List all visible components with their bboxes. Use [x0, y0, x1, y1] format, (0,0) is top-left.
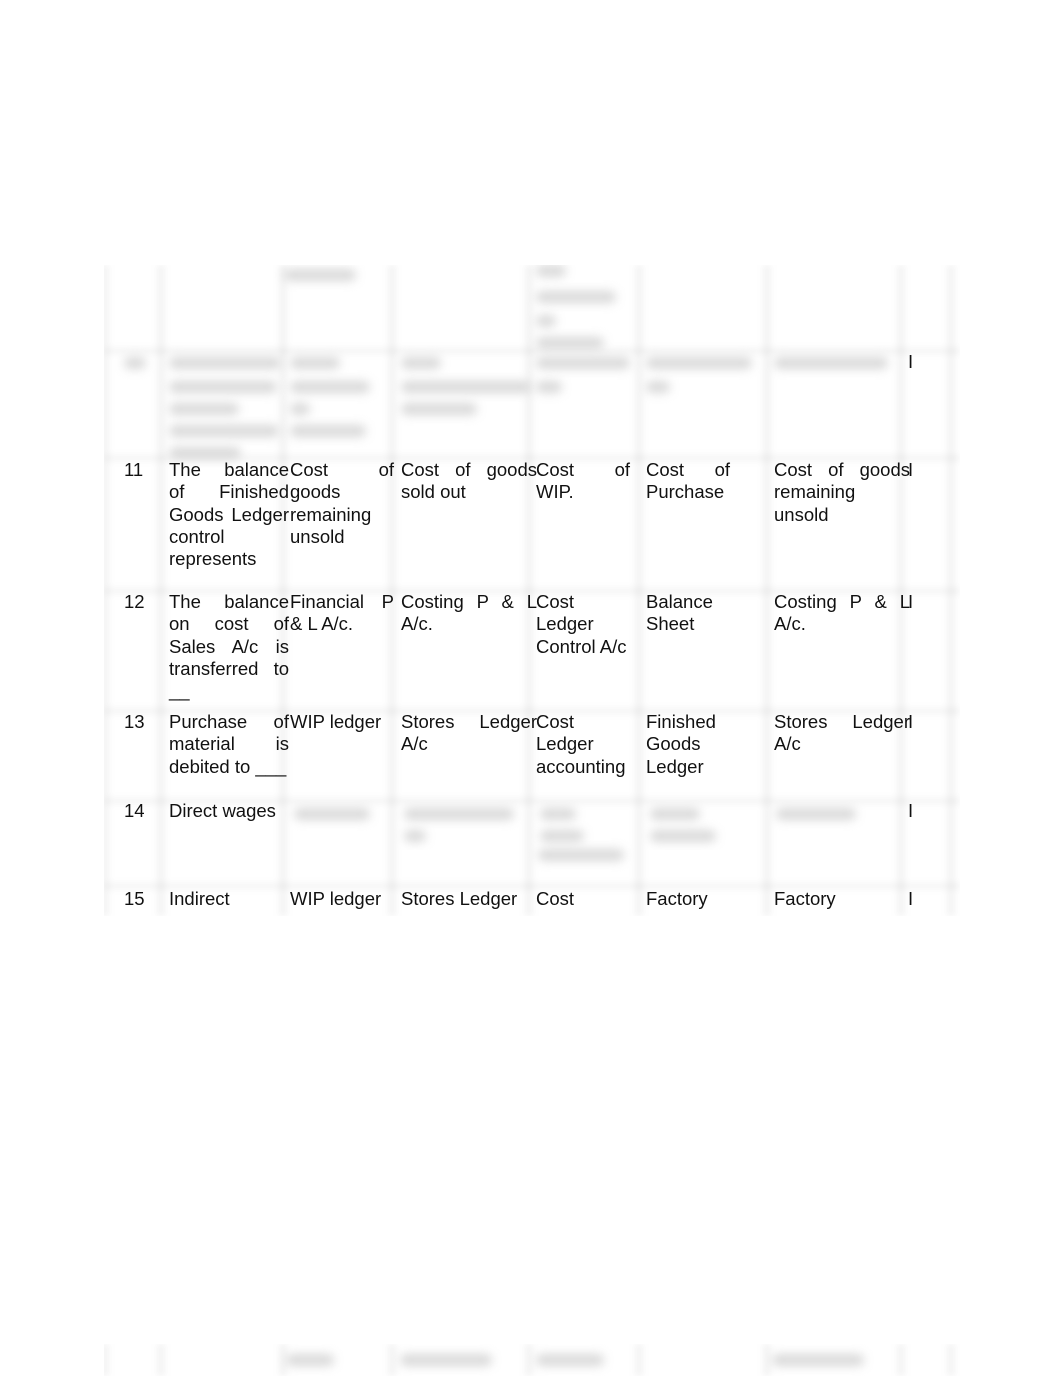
question-text: Direct wages: [169, 800, 276, 821]
blurred-text: [536, 265, 566, 277]
table-row: 14 Direct wages I: [104, 800, 960, 850]
blurred-text: [400, 1354, 492, 1366]
question-text: Purchase of material is debited to ___: [169, 711, 289, 777]
level-indicator: I: [908, 459, 914, 480]
blurred-text: [536, 381, 562, 393]
question-text: The balance of Finished Goods Ledger con…: [169, 459, 289, 570]
column-divider: [894, 1344, 908, 1376]
answer: Costing P & L A/c.: [774, 591, 910, 635]
table-row: 15 Indirect WIP ledger Stores Ledger Cos…: [104, 888, 960, 916]
option-c: Cost Ledger accounting: [536, 711, 626, 777]
option-b: Cost of goods sold out: [401, 459, 537, 503]
question-number: 13: [124, 711, 145, 732]
blurred-text: [774, 357, 888, 369]
row-divider: [104, 345, 960, 357]
table-border-right: [944, 1344, 958, 1376]
blurred-text: [169, 425, 279, 437]
column-divider: [632, 1344, 646, 1376]
answer: Cost of goods remaining unsold: [774, 459, 910, 525]
option-c: Cost Ledger Control A/c: [536, 591, 627, 657]
blurred-text: [404, 830, 426, 842]
option-b: Stores Ledger: [401, 888, 518, 909]
blurred-text: [404, 808, 514, 820]
blurred-text: [776, 808, 856, 820]
blurred-text: [401, 403, 477, 415]
blurred-text: [646, 381, 670, 393]
blurred-text: [290, 403, 310, 415]
blurred-text: [284, 269, 356, 281]
option-d: Balance Sheet: [646, 591, 713, 635]
level-indicator: I: [908, 351, 914, 372]
level-indicator: I: [908, 888, 914, 909]
blurred-text: [401, 381, 531, 393]
question-number: 11: [124, 459, 144, 480]
blurred-text: [124, 357, 146, 369]
option-d: Cost of Purchase: [646, 459, 730, 503]
question-text: Indirect: [169, 888, 230, 909]
blurred-text: [169, 381, 277, 393]
option-d: Factory: [646, 888, 708, 909]
question-text: The balance on cost of Sales A/c is tran…: [169, 591, 289, 702]
blurred-text: [538, 849, 624, 861]
option-b: Stores Ledger A/c: [401, 711, 537, 755]
blurred-text: [290, 425, 366, 437]
option-a: Financial P & L A/c.: [290, 591, 394, 635]
question-number: 12: [124, 591, 145, 612]
option-a: Cost of goods remaining unsold: [290, 459, 394, 547]
blurred-text: [286, 1354, 334, 1366]
blurred-text: [536, 337, 604, 349]
blurred-text: [536, 291, 616, 303]
column-divider: [154, 1344, 168, 1376]
blurred-text: [294, 808, 370, 820]
column-divider: [385, 1344, 399, 1376]
level-indicator: I: [908, 711, 914, 732]
blurred-text: [650, 830, 716, 842]
blurred-text: [540, 830, 584, 842]
mcq-table-fragment: I 11 The balance of Finished Goods Ledge…: [104, 265, 960, 916]
option-d: Finished Goods Ledger: [646, 711, 716, 777]
blurred-text: [290, 357, 340, 369]
level-indicator: I: [908, 800, 914, 821]
blurred-text: [646, 357, 752, 369]
blurred-text: [650, 808, 700, 820]
blurred-text: [536, 357, 630, 369]
blurred-text: [536, 315, 556, 327]
question-number: 15: [124, 888, 145, 909]
option-c: Cost: [536, 888, 575, 909]
answer: Stores Ledger A/c: [774, 711, 910, 755]
blurred-text: [169, 447, 241, 459]
question-number: 14: [124, 800, 145, 821]
blurred-text: [540, 808, 576, 820]
option-c: Cost of WIP.: [536, 459, 630, 503]
level-indicator: I: [908, 591, 914, 612]
document-page: I 11 The balance of Finished Goods Ledge…: [0, 0, 1062, 1376]
column-divider: [522, 1344, 536, 1376]
option-a: WIP ledger: [290, 711, 382, 732]
blurred-text: [169, 403, 239, 415]
blurred-table-fragment: [104, 1344, 960, 1376]
blurred-text: [401, 357, 441, 369]
option-b: Costing P & L A/c.: [401, 591, 537, 635]
blurred-text: [169, 357, 281, 369]
option-a: WIP ledger: [290, 888, 382, 909]
answer: Factory: [774, 888, 836, 909]
blurred-text: [536, 1354, 604, 1366]
blurred-text: [290, 381, 370, 393]
blurred-text: [772, 1354, 864, 1366]
table-border-left: [104, 1344, 112, 1376]
